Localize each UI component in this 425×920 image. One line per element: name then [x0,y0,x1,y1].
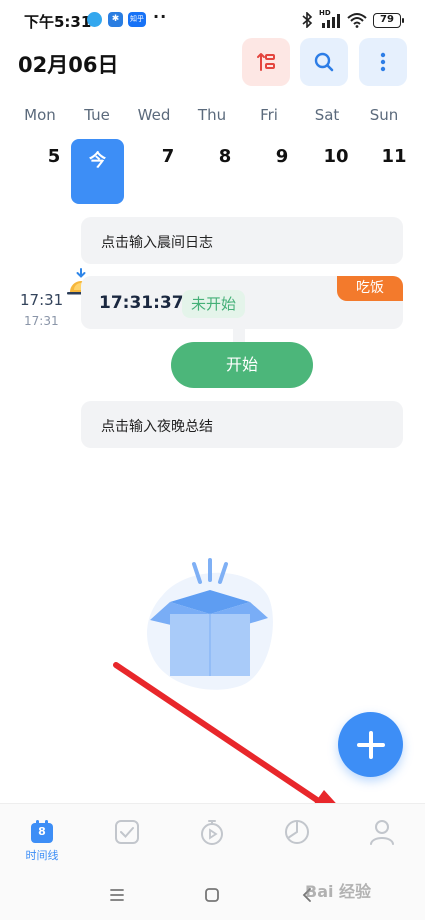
weekday-label: Tue [84,106,110,124]
search-button[interactable] [300,38,348,86]
sort-button[interactable] [242,38,290,86]
task-time: 17:31:37 [99,293,184,313]
tab-timer[interactable] [182,804,242,871]
tab-label: 时间线 [25,849,59,862]
more-button[interactable] [359,38,407,86]
app-circle-icon [87,12,102,27]
zhihu-app-icon: 知乎 [128,12,146,27]
weekday-label: Sat [314,106,340,124]
tab-profile[interactable] [352,804,412,871]
status-bar: 下午5:31 ✱ 知乎 ·· HD 79 [0,0,425,40]
add-button[interactable] [338,712,403,777]
page-title-date[interactable]: 02月06日 [18,49,118,79]
battery-indicator: 79 [373,12,404,28]
weekday-label: Thu [197,106,227,124]
day-cell[interactable]: 8 [205,146,245,167]
category-tag: 吃饭 [337,276,403,301]
plus-icon [356,730,385,759]
day-cell[interactable]: 9 [262,146,302,167]
day-cell[interactable]: 10 [316,146,356,167]
task-card[interactable]: 17:31:37 未开始 吃饭 [81,276,403,329]
weekday-label: Wed [137,106,171,124]
watermark: Bai 经验 [305,882,372,901]
bluetooth-icon [302,12,313,28]
search-icon [314,52,334,72]
day-cell[interactable]: 11 [374,146,414,167]
day-cell[interactable]: 7 [148,146,188,167]
timer-icon [201,820,223,845]
tab-statistics[interactable] [267,804,327,871]
wifi-icon [347,13,367,28]
tab-timeline[interactable]: 8 时间线 [12,804,72,871]
weekday-label: Sun [369,106,399,124]
evening-summary-card[interactable]: 点击输入夜晚总结 [81,401,403,448]
profile-icon [370,820,394,845]
checkbox-icon [115,820,139,844]
bottom-tab-bar: 8 时间线 [0,803,425,870]
pie-chart-icon [285,820,309,844]
status-badge: 未开始 [182,290,246,318]
more-vertical-icon [380,52,386,72]
task-end-time: 17:31 [24,314,59,328]
home-icon[interactable] [201,884,223,906]
task-connector [233,329,245,343]
empty-box-illustration [147,558,273,690]
weekday-label: Fri [260,106,278,124]
status-time: 下午5:31 [24,13,92,31]
tab-tasks[interactable] [97,804,157,871]
day-cell[interactable]: 5 [34,146,74,167]
morning-log-placeholder: 点击输入晨间日志 [101,235,213,251]
weekday-label: Mon [24,106,56,124]
more-notifications: ·· [153,7,168,26]
calendar-badge: 8 [38,825,46,838]
sort-icon [257,53,275,71]
task-start-time: 17:31 [20,291,64,309]
day-cell-today[interactable]: 今 [71,139,124,204]
red-arrow-annotation [113,662,362,832]
morning-log-card[interactable]: 点击输入晨间日志 [81,217,403,264]
evening-summary-placeholder: 点击输入夜晚总结 [101,419,213,435]
bluetooth-app-icon: ✱ [108,12,123,27]
menu-icon[interactable] [106,884,128,906]
start-button[interactable]: 开始 [171,342,313,388]
signal-icon: HD [319,9,341,28]
